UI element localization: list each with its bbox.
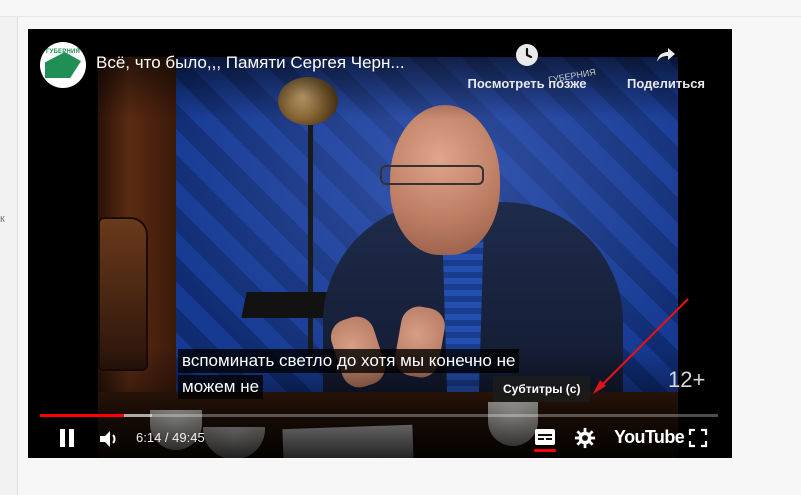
subtitles-overlay: вспоминать светло до хотя мы конечно не …: [178, 349, 520, 401]
time-separator: /: [161, 430, 173, 445]
caption-line-1: вспоминать светло до хотя мы конечно не: [178, 349, 520, 373]
youtube-logo[interactable]: YouTube: [614, 427, 685, 448]
pause-icon: [60, 429, 65, 447]
subtitles-active-indicator: [534, 449, 556, 452]
video-player[interactable]: ГУБЕРНИЯ Всё, что было,,, Памяти Сергея …: [28, 29, 732, 458]
fullscreen-button[interactable]: [688, 428, 708, 448]
pause-button[interactable]: [58, 427, 78, 449]
video-title[interactable]: Всё, что было,,, Памяти Сергея Черн...: [96, 53, 456, 73]
control-bar: 6:14 / 49:45 YouTube: [28, 421, 732, 457]
progress-played: [40, 414, 125, 417]
logo-mark: [45, 52, 81, 78]
progress-bar[interactable]: [40, 414, 718, 417]
page-top-divider: [0, 16, 801, 17]
subtitles-icon: [535, 429, 555, 445]
volume-icon: [100, 431, 110, 447]
left-sidebar: к: [0, 17, 18, 495]
time-display: 6:14 / 49:45: [136, 430, 205, 445]
share-button[interactable]: Поделиться: [616, 43, 716, 92]
left-sidebar-text: к: [0, 213, 5, 225]
channel-logo[interactable]: ГУБЕРНИЯ: [40, 42, 86, 88]
share-icon: [657, 48, 675, 62]
subtitles-tooltip: Субтитры (c): [493, 376, 591, 402]
background-lamp-pole: [308, 125, 313, 355]
current-time: 6:14: [136, 430, 162, 445]
gear-icon: [574, 427, 596, 449]
watch-later-button[interactable]: Посмотреть позже: [458, 43, 596, 92]
settings-button[interactable]: [574, 427, 596, 449]
person-glasses: [380, 165, 484, 185]
fullscreen-icon: [688, 428, 708, 448]
share-label: Поделиться: [626, 76, 706, 91]
age-rating: 12+: [668, 367, 706, 392]
clock-icon: [516, 44, 538, 66]
logo-text: ГУБЕРНИЯ: [46, 49, 81, 55]
subtitles-button[interactable]: [534, 428, 556, 446]
duration: 49:45: [172, 430, 205, 445]
caption-line-2: можем не: [178, 375, 264, 399]
volume-button[interactable]: [98, 429, 120, 449]
